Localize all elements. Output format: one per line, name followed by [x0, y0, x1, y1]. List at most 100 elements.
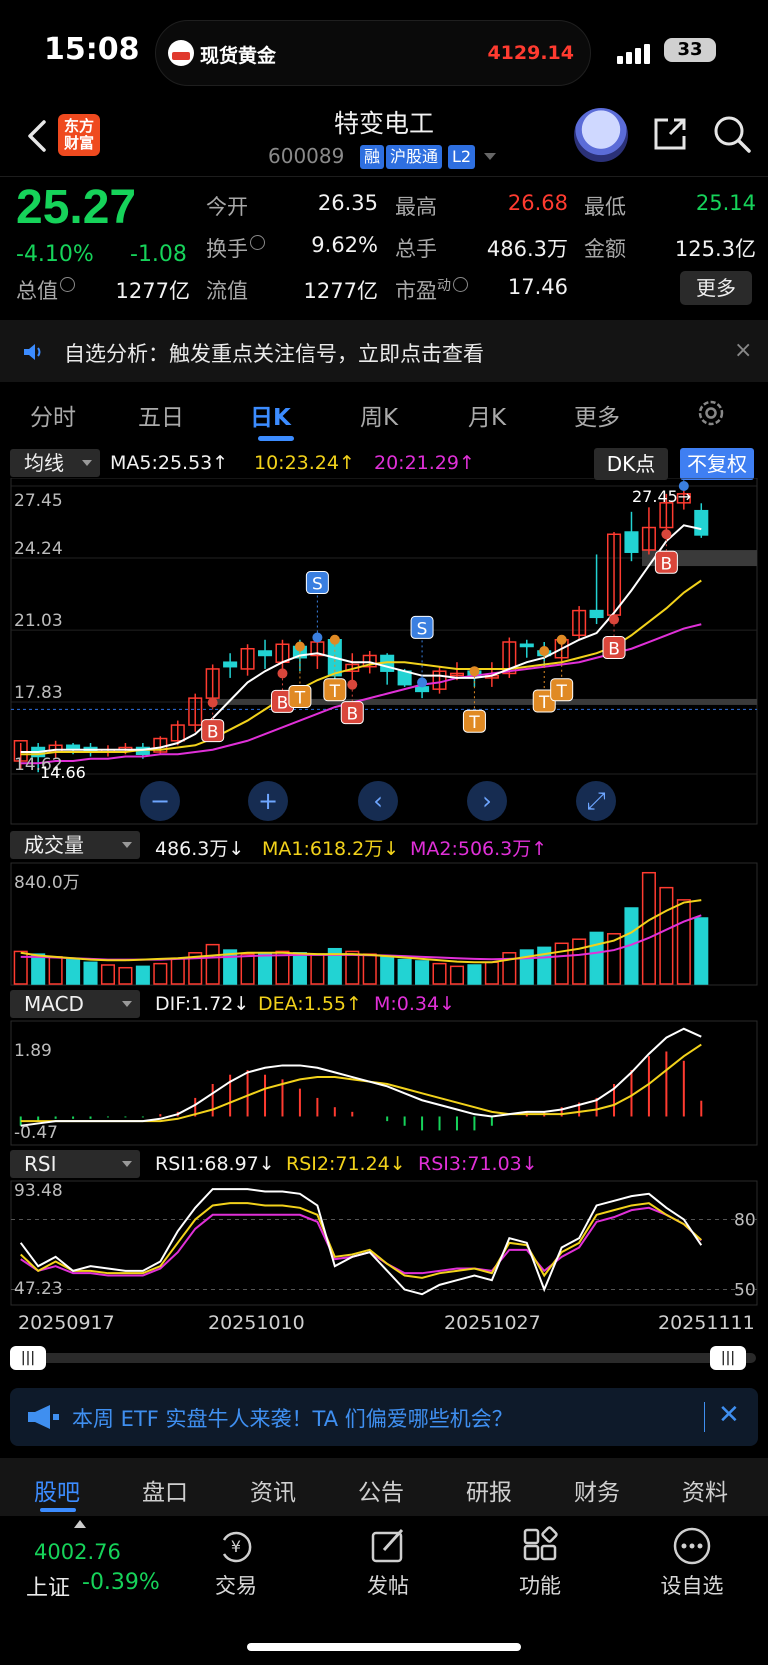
stock-code: 600089 [268, 144, 345, 168]
tab-research[interactable]: 研报 [466, 1473, 512, 1507]
signal-badge-label: B [661, 554, 673, 574]
share-icon[interactable] [650, 114, 690, 154]
connect-tag: 沪股通 [386, 145, 443, 169]
volume-bar [449, 965, 465, 985]
chevron-right-icon[interactable]: › [467, 781, 507, 821]
more-dots-icon[interactable] [672, 1526, 712, 1566]
chevron-left-icon[interactable]: ‹ [358, 781, 398, 821]
candle-down [694, 509, 709, 536]
info-icon[interactable] [250, 235, 265, 250]
info-icon[interactable] [453, 277, 468, 292]
etf-promo-banner[interactable]: 本周 ETF 实盘牛人来袭！TA 们偏爱哪些机会？ ✕ [10, 1388, 758, 1446]
signal-dot [312, 632, 323, 643]
tab-five-day[interactable]: 五日 [138, 398, 184, 432]
volume-bar [257, 952, 273, 985]
rsi3-legend: RSI3:71.03↓ [418, 1153, 538, 1175]
volume-bar [397, 958, 412, 985]
svg-text:¥: ¥ [231, 1537, 241, 1556]
ticker-name: 现货黄金 [200, 45, 277, 67]
candlestick-chart[interactable]: BBBSSSTTTTTBB 27.4524.2421.0317.8314.622… [0, 478, 768, 826]
volume-bar [659, 886, 674, 985]
add-watchlist-label[interactable]: 设自选 [642, 1570, 742, 1600]
zoom-out-icon[interactable]: − [140, 781, 180, 821]
indicator-selector-volume[interactable]: 成交量 [10, 831, 140, 859]
volume-bar [31, 953, 46, 985]
alert-text: 自选分析：触发重点关注信号，立即点击查看 [64, 342, 484, 366]
fullscreen-icon[interactable]: ⤢ [576, 781, 616, 821]
post-icon[interactable] [368, 1526, 408, 1566]
tab-announcements[interactable]: 公告 [358, 1473, 404, 1507]
nav-button-glyph: − [150, 787, 170, 815]
market-cap-value: 1277亿 [115, 279, 190, 303]
high-label: 最高 [395, 195, 437, 219]
tab-weekly-k[interactable]: 周K [360, 398, 398, 432]
range-handle-left-icon[interactable]: ||| [10, 1346, 46, 1370]
more-button[interactable]: 更多 [680, 271, 752, 305]
signal-badge-label: T [468, 713, 480, 733]
rsi3-line [20, 1206, 702, 1277]
date-label-end: 20251111 [658, 1312, 755, 1334]
indicator-selector-rsi[interactable]: RSI [10, 1150, 140, 1178]
ma5-legend: MA5:25.53↑ [110, 452, 229, 474]
range-handle-right-icon[interactable]: ||| [710, 1346, 746, 1370]
zoom-in-icon[interactable]: + [248, 781, 288, 821]
info-icon[interactable] [60, 277, 75, 292]
last-price: 25.27 [16, 181, 137, 234]
post-label[interactable]: 发帖 [338, 1570, 438, 1600]
alert-banner[interactable]: 自选分析：触发重点关注信号，立即点击查看 × [0, 320, 768, 382]
signal-dot [661, 529, 672, 540]
indicator-selector-macd[interactable]: MACD [10, 990, 140, 1018]
tab-financials[interactable]: 财务 [574, 1473, 620, 1507]
tab-profile[interactable]: 资料 [682, 1473, 728, 1507]
grid-icon[interactable] [520, 1526, 560, 1566]
volume-bar [694, 917, 709, 985]
candle-down [415, 686, 430, 693]
close-icon[interactable]: × [734, 338, 752, 363]
gear-icon[interactable] [696, 398, 726, 428]
trade-icon[interactable]: ¥ [216, 1526, 256, 1566]
tab-more[interactable]: 更多 [574, 398, 620, 432]
volume-chart[interactable]: 840.0万 [0, 862, 768, 988]
candle-down [519, 643, 534, 648]
indicator-selector-ma[interactable]: 均线 [10, 449, 100, 477]
macd-chart[interactable]: 1.89 -0.47 [0, 1020, 768, 1148]
ma10-line [20, 579, 702, 756]
m-legend: M:0.34↓ [374, 993, 456, 1015]
dynamic-island-ticker[interactable]: 现货黄金 4129.14 [155, 20, 591, 86]
range-scroller-track[interactable] [12, 1353, 756, 1363]
signal-badge-label: T [555, 682, 567, 702]
volume-bar [153, 962, 168, 985]
tab-monthly-k[interactable]: 月K [468, 398, 506, 432]
close-icon[interactable]: ✕ [718, 1400, 740, 1430]
volume-bar [205, 943, 220, 985]
candle-down [589, 609, 604, 619]
index-value[interactable]: 4002.76 [34, 1540, 121, 1564]
tab-forum[interactable]: 股吧 [34, 1473, 80, 1507]
dk-points-button[interactable]: DK点 [594, 448, 668, 480]
adjustment-button[interactable]: 不复权 [680, 448, 754, 480]
volume-axis-max: 840.0万 [14, 873, 80, 893]
signal-badge-label: S [417, 619, 428, 639]
volume-bar [467, 964, 482, 985]
status-time: 15:08 [44, 32, 140, 67]
signal-badge-label: B [608, 640, 620, 660]
ai-assistant-avatar[interactable] [574, 108, 628, 162]
signal-badge-label: B [277, 693, 289, 713]
function-label[interactable]: 功能 [490, 1570, 590, 1600]
trade-label[interactable]: 交易 [186, 1570, 286, 1600]
battery-icon: 33 [664, 38, 716, 62]
tab-news[interactable]: 资讯 [250, 1473, 296, 1507]
macd_dea-line [20, 1043, 702, 1123]
chevron-up-icon[interactable] [74, 1520, 86, 1528]
tab-daily-k[interactable]: 日K [250, 398, 291, 432]
search-icon[interactable] [712, 114, 752, 154]
rsi-chart[interactable]: 93.48 47.23 80 50 [0, 1180, 768, 1306]
active-tab-indicator [40, 1508, 76, 1512]
tab-order-book[interactable]: 盘口 [142, 1473, 188, 1507]
pe-label: 市盈动 [395, 275, 468, 305]
tab-intraday[interactable]: 分时 [30, 398, 76, 432]
home-indicator[interactable] [247, 1643, 521, 1651]
macd-axis-max: 1.89 [14, 1041, 52, 1061]
code-dropdown-icon[interactable] [484, 153, 496, 160]
index-change: -0.39% [82, 1570, 160, 1595]
